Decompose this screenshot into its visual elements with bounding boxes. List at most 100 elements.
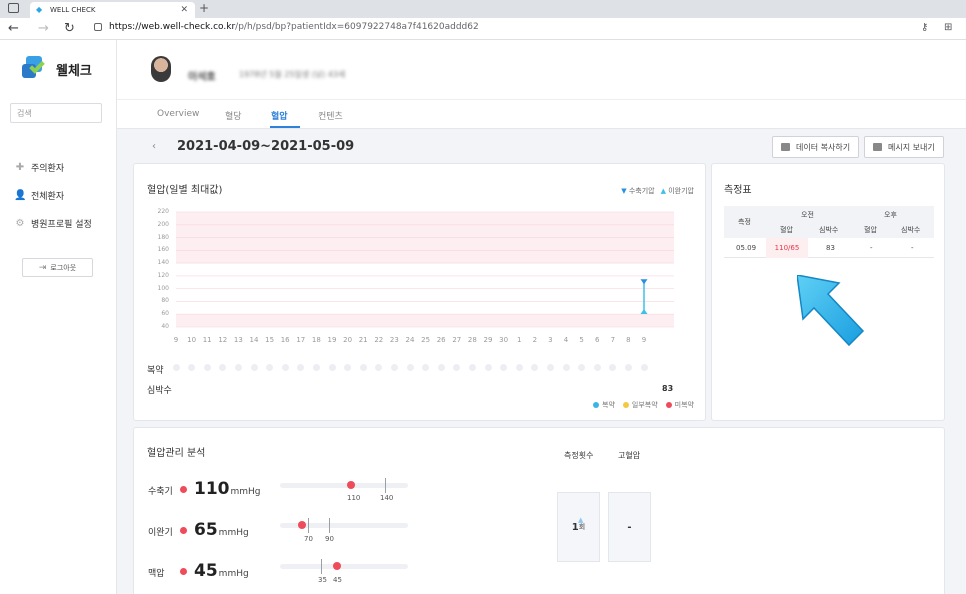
- legend-partial: 일부복약: [622, 400, 658, 410]
- systolic-point[interactable]: [640, 279, 648, 285]
- count-header: 측정횟수: [564, 451, 594, 460]
- reload-icon[interactable]: ↻: [64, 21, 75, 36]
- tab-contents[interactable]: 컨텐츠: [318, 109, 343, 122]
- sidebar-item-hospital-settings[interactable]: ⚙ 병원프로필 설정: [14, 217, 92, 230]
- browser-tab[interactable]: ◆ WELL CHECK ✕: [30, 2, 195, 18]
- diastolic-marker: [298, 521, 306, 529]
- analysis-panel: 혈압관리 분석 수축기 110 mmHg 110 140 이완기 65 mmHg…: [133, 427, 945, 594]
- legend-taken-dot: [593, 402, 600, 408]
- logo-text: 웰체크: [56, 63, 92, 79]
- x-tick-label: 27: [452, 336, 462, 344]
- lock-icon: [94, 23, 102, 31]
- row-am-bp: 110/65: [766, 238, 808, 258]
- logout-button[interactable]: ⇥ 로그아웃: [22, 258, 93, 277]
- key-icon[interactable]: ⚷: [921, 22, 928, 33]
- pulse-row: 맥압 45 mmHg: [148, 561, 249, 581]
- send-message-label: 메시지 보내기: [888, 142, 935, 152]
- med-status-dot: [546, 364, 554, 371]
- col-measure: 측정: [738, 218, 751, 226]
- med-status-dot: [640, 364, 648, 371]
- med-status-dot: [328, 364, 336, 371]
- legend-missed: 미복약: [665, 400, 694, 410]
- x-tick-label: 8: [626, 336, 631, 344]
- favicon-icon: ◆: [36, 5, 43, 14]
- table-row[interactable]: 05.09 110/65 83 - -: [724, 238, 934, 258]
- med-legend: 복약 일부복약 미복약: [593, 400, 694, 410]
- tab-blood-pressure[interactable]: 혈압: [271, 109, 288, 122]
- search-input[interactable]: 검색: [10, 103, 102, 123]
- row-am-hr: 83: [826, 244, 835, 252]
- legend-missed-dot: [665, 402, 672, 408]
- pulse-value: 45: [194, 561, 218, 581]
- back-icon[interactable]: ←: [8, 21, 19, 36]
- diastolic-unit: mmHg: [218, 528, 249, 538]
- y-tick-label: 180: [157, 233, 169, 241]
- window-menu-icon[interactable]: [8, 3, 19, 13]
- diastolic-dot: [180, 526, 187, 534]
- x-tick-label: 13: [233, 336, 243, 344]
- mail-icon: [873, 143, 882, 151]
- col-am-hr: 심박수: [819, 226, 839, 234]
- y-tick-label: 120: [157, 271, 169, 279]
- forward-icon[interactable]: →: [38, 21, 49, 36]
- y-tick-label: 200: [157, 220, 169, 228]
- pulse-tick-2: 45: [333, 576, 342, 584]
- copy-data-button[interactable]: 데이터 복사하기: [772, 136, 860, 158]
- med-status-dot: [203, 364, 211, 371]
- hr-row-label: 심박수: [147, 386, 172, 396]
- copy-data-label: 데이터 복사하기: [796, 142, 851, 152]
- legend-taken: 복약: [593, 400, 615, 410]
- logo[interactable]: 웰체크: [22, 56, 92, 82]
- med-status-dot: [468, 364, 476, 371]
- pulse-range-bar: [280, 559, 408, 574]
- med-status-dot: [406, 364, 414, 371]
- avatar: [151, 56, 171, 82]
- tab-bar: Overview 혈당 혈압 컨텐츠: [117, 100, 966, 129]
- systolic-dot: [180, 485, 187, 493]
- diastolic-row: 이완기 65 mmHg: [148, 520, 249, 540]
- x-tick-label: 4: [563, 336, 569, 344]
- pulse-unit: mmHg: [218, 569, 249, 579]
- sidebar-item-all-patients[interactable]: 👤 전체환자: [14, 189, 64, 202]
- logo-mark-icon: [22, 56, 52, 82]
- close-tab-icon[interactable]: ✕: [180, 5, 188, 15]
- plus-icon: ✚: [15, 162, 25, 173]
- x-tick-label: 18: [311, 336, 321, 344]
- col-pm-hr: 심박수: [901, 226, 921, 234]
- reader-icon[interactable]: ⊞: [944, 22, 952, 33]
- x-tick-label: 15: [265, 336, 275, 344]
- sidebar-item-attention[interactable]: ✚ 주의환자: [14, 161, 64, 174]
- browser-tab-title: WELL CHECK: [50, 6, 96, 14]
- url-field[interactable]: https://web.well-check.co.kr /p/h/psd/bp…: [94, 22, 479, 32]
- user-add-icon: 👤: [14, 190, 27, 201]
- x-tick-label: 24: [405, 336, 415, 344]
- prev-period-icon[interactable]: ‹: [152, 141, 156, 152]
- y-tick-label: 100: [157, 284, 169, 292]
- new-tab-icon[interactable]: +: [199, 1, 209, 15]
- systolic-row: 수축기 110 mmHg: [148, 479, 261, 499]
- systolic-tick-1: 110: [347, 494, 361, 502]
- logout-icon: ⇥: [38, 262, 47, 273]
- y-tick-label: 220: [157, 208, 169, 215]
- send-message-button[interactable]: 메시지 보내기: [864, 136, 944, 158]
- med-status-dot: [281, 364, 289, 371]
- med-status-dot: [359, 364, 367, 371]
- sidebar: 웰체크 검색 ✚ 주의환자 👤 전체환자 ⚙ 병원프로필 설정 ⇥ 로그아웃: [0, 40, 117, 594]
- tab-overview[interactable]: Overview: [157, 109, 199, 119]
- y-tick-label: 40: [161, 323, 169, 330]
- x-tick-label: 10: [187, 336, 197, 344]
- diastolic-point[interactable]: [640, 309, 648, 315]
- med-status-dot: [437, 364, 445, 371]
- sidebar-item-label: 전체환자: [31, 192, 65, 202]
- med-status-dot: [250, 364, 258, 371]
- hr-value: 83: [662, 384, 674, 393]
- risk-band: [176, 314, 674, 327]
- pulse-threshold: [321, 559, 322, 574]
- x-tick-label: 2: [532, 336, 538, 344]
- col-pm: 오후: [884, 211, 897, 219]
- gear-icon: ⚙: [15, 218, 25, 229]
- tab-blood-sugar[interactable]: 혈당: [225, 109, 242, 122]
- next-period-icon[interactable]: ›: [321, 141, 325, 152]
- up-triangle-icon: ▲: [578, 516, 584, 524]
- x-tick-label: 11: [202, 336, 212, 344]
